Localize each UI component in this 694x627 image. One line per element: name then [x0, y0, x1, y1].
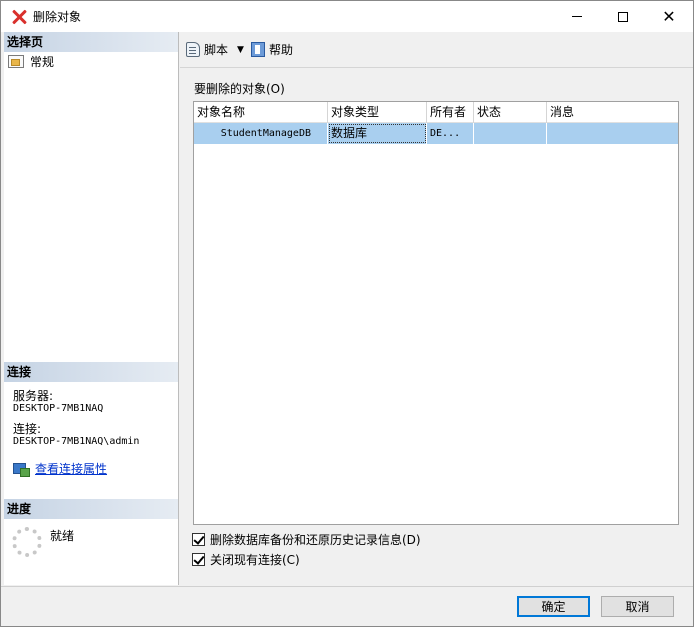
table-row[interactable]: StudentManageDB 数据库 DE...: [194, 123, 678, 144]
script-dropdown-icon[interactable]: ▼: [237, 45, 244, 55]
connection-header: 连接: [4, 362, 178, 382]
objects-grid[interactable]: 对象名称 对象类型 所有者 状态 消息 StudentManageDB 数据库 …: [193, 101, 679, 525]
connection-properties-icon: [13, 462, 30, 477]
column-header-owner[interactable]: 所有者: [427, 102, 474, 123]
view-connection-properties-link[interactable]: 查看连接属性: [35, 460, 107, 477]
delete-object-dialog: 删除对象 ✕ 选择页 常规 连接 服务器: DESKTOP-7MB1NAQ 连接…: [0, 0, 694, 627]
script-label: 脚本: [204, 43, 229, 57]
cell-status[interactable]: [474, 123, 547, 144]
objects-to-delete-label: 要删除的对象(O): [194, 82, 285, 96]
delete-backup-history-option[interactable]: 删除数据库备份和还原历史记录信息(D): [192, 529, 421, 549]
delete-backup-history-label: 删除数据库备份和还原历史记录信息(D): [210, 532, 421, 547]
column-header-message[interactable]: 消息: [547, 102, 678, 123]
ok-button[interactable]: 确定: [517, 596, 590, 617]
close-connections-label: 关闭现有连接(C): [210, 552, 300, 567]
cell-object-name[interactable]: StudentManageDB: [194, 123, 328, 144]
column-header-type[interactable]: 对象类型: [328, 102, 427, 123]
maximize-button[interactable]: [600, 1, 646, 32]
progress-section: 进度 就绪: [4, 499, 178, 557]
cancel-button[interactable]: 取消: [601, 596, 674, 617]
connection-value: DESKTOP-7MB1NAQ\admin: [13, 436, 140, 447]
close-connections-option[interactable]: 关闭现有连接(C): [192, 549, 421, 569]
server-label: 服务器:: [13, 389, 54, 403]
close-connections-checkbox[interactable]: [192, 552, 205, 566]
progress-header: 进度: [4, 499, 178, 519]
server-value: DESKTOP-7MB1NAQ: [13, 403, 104, 414]
select-page-header: 选择页: [4, 32, 178, 52]
close-button[interactable]: ✕: [646, 1, 692, 32]
cell-object-type[interactable]: 数据库: [328, 123, 427, 144]
progress-spinner-icon: [12, 527, 42, 557]
left-pane: 选择页 常规 连接 服务器: DESKTOP-7MB1NAQ 连接: DESKT…: [4, 32, 179, 585]
minimize-button[interactable]: [554, 1, 600, 32]
cell-owner[interactable]: DE...: [427, 123, 474, 144]
title-bar: 删除对象 ✕: [1, 1, 693, 32]
help-icon: [250, 42, 265, 57]
column-header-name[interactable]: 对象名称: [194, 102, 328, 123]
help-button[interactable]: 帮助: [250, 39, 293, 61]
delete-x-icon: [11, 9, 27, 25]
options-group: 删除数据库备份和还原历史记录信息(D) 关闭现有连接(C): [192, 529, 421, 569]
close-icon: ✕: [662, 6, 676, 26]
script-button[interactable]: 脚本: [186, 39, 228, 61]
progress-row: 就绪: [4, 519, 178, 557]
grid-header: 对象名称 对象类型 所有者 状态 消息: [194, 102, 678, 123]
toolbar: 脚本 ▼ 帮助: [180, 32, 693, 68]
column-header-status[interactable]: 状态: [474, 102, 547, 123]
dialog-footer: 确定 取消: [1, 586, 693, 626]
help-label: 帮助: [268, 43, 293, 57]
page-item-general[interactable]: 常规: [4, 52, 178, 70]
cell-message[interactable]: [547, 123, 678, 144]
page-item-label: 常规: [30, 54, 55, 69]
view-connection-properties[interactable]: 查看连接属性: [4, 460, 178, 477]
minimize-icon: [572, 16, 582, 17]
script-icon: [186, 42, 200, 57]
maximize-icon: [618, 11, 628, 22]
progress-status: 就绪: [50, 529, 75, 543]
general-page-icon: [8, 54, 24, 68]
connection-label: 连接:: [13, 422, 42, 436]
delete-backup-history-checkbox[interactable]: [192, 532, 205, 546]
window-title: 删除对象: [33, 10, 82, 24]
connection-section: 连接 服务器: DESKTOP-7MB1NAQ 连接: DESKTOP-7MB1…: [4, 362, 178, 477]
